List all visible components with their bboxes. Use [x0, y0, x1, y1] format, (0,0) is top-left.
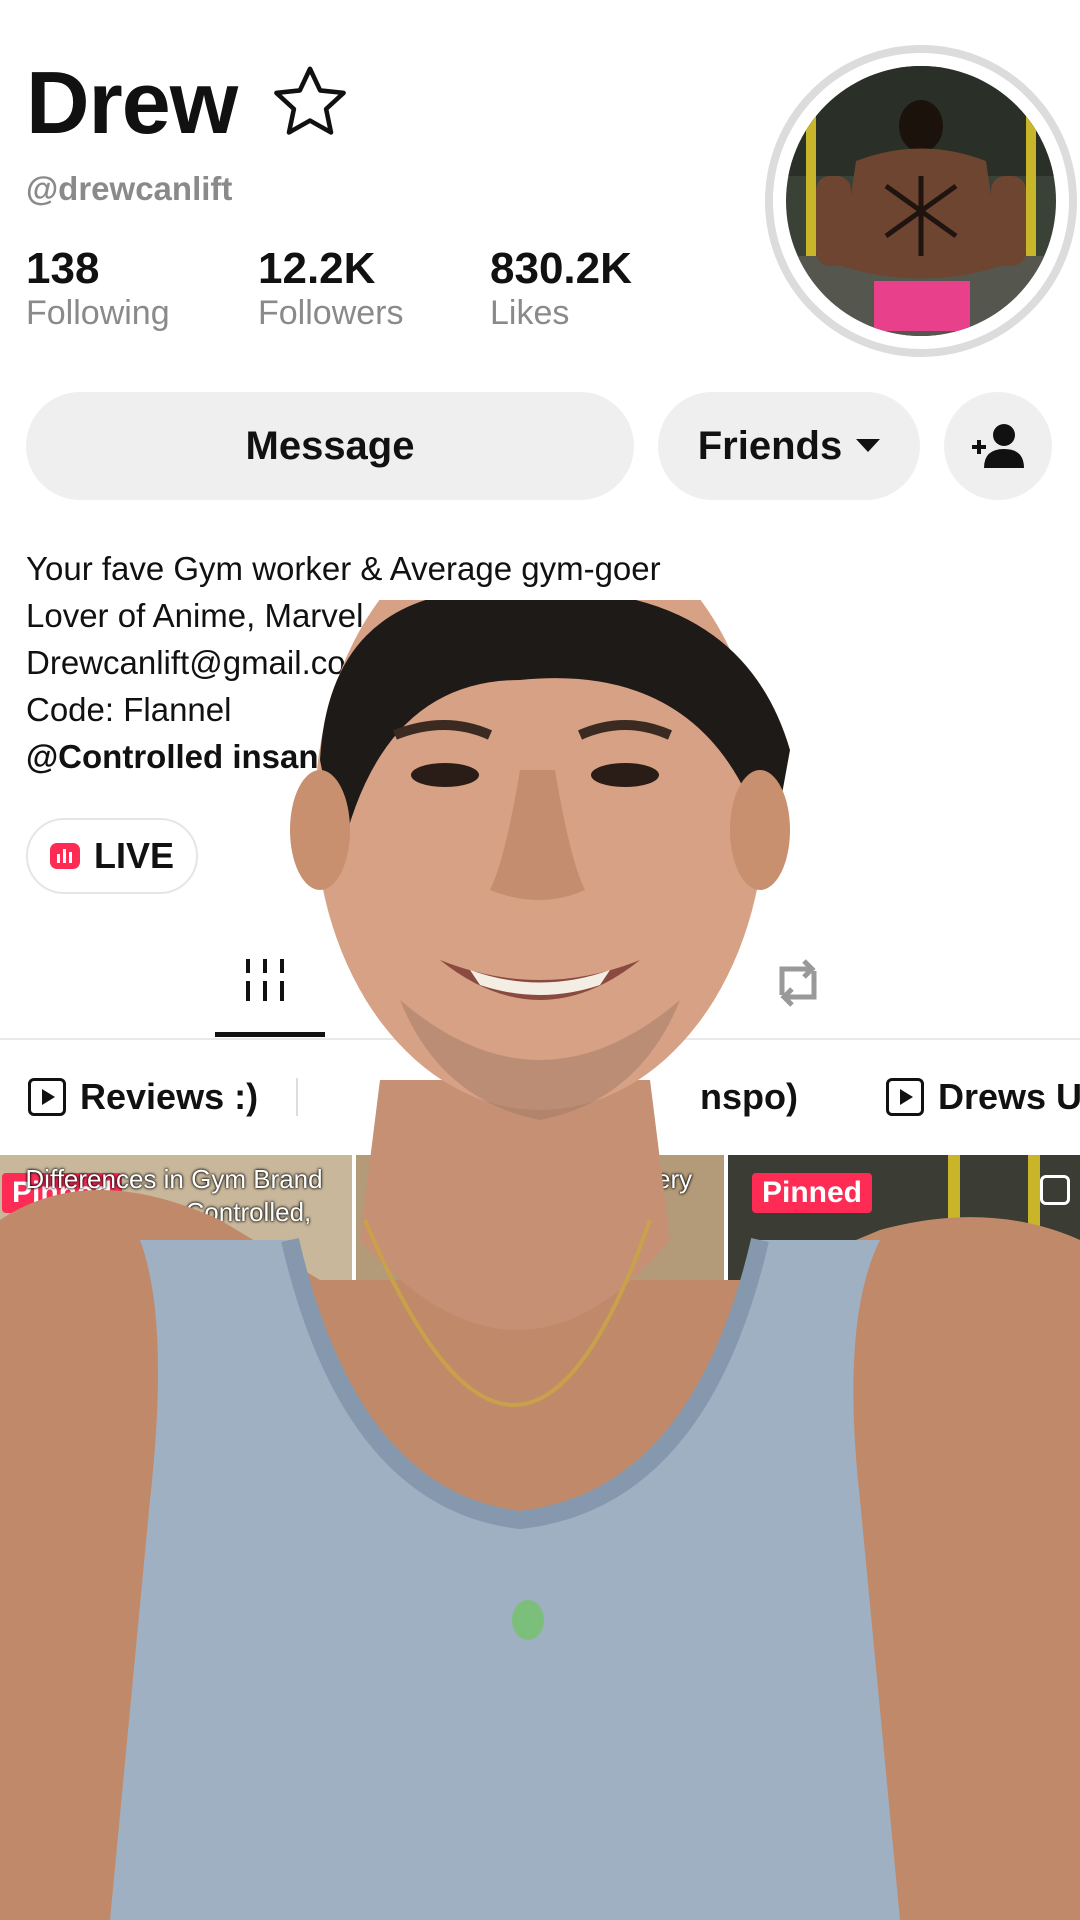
play-icon	[28, 1078, 66, 1116]
reposts-icon[interactable]	[768, 955, 828, 1011]
pinned-badge: Pinned	[752, 1173, 873, 1213]
gym-strap	[1028, 1155, 1040, 1265]
stat-following-label: Following	[26, 294, 170, 332]
video-caption: es (	[906, 1689, 947, 1716]
stat-followers-label: Followers	[258, 294, 404, 332]
friends-button[interactable]: Friends	[658, 392, 920, 500]
video-thumbnail[interactable]: Pinned Day Gym Split	[728, 1155, 1080, 1525]
gym-strap	[948, 1155, 960, 1275]
stat-likes[interactable]: 830.2K Likes	[490, 244, 632, 333]
bio-line: Lover of Anime, Marvel, & Gym Clothes	[26, 597, 604, 634]
active-tab-underline	[215, 1032, 325, 1037]
video-thumbnail[interactable]: ery	[356, 1155, 724, 1525]
video-caption: Differences in Gym Brand Sizes (Darc, Co…	[25, 1164, 323, 1260]
tab-divider	[0, 1038, 1080, 1040]
playlist-label: nspo)	[700, 1076, 798, 1117]
bio: Your fave Gym worker & Average gym-goer …	[26, 545, 661, 780]
playlist-label: Drews U	[938, 1076, 1080, 1117]
caret-down-icon	[856, 439, 881, 452]
video-caption: ery	[656, 1164, 693, 1194]
favorite-star-icon[interactable]	[268, 60, 352, 144]
profile-handle: @drewcanlift	[26, 170, 233, 207]
avatar[interactable]	[786, 66, 1056, 336]
stat-followers-value: 12.2K	[258, 244, 376, 293]
add-friend-button[interactable]	[944, 392, 1052, 500]
live-button[interactable]: LIVE	[26, 818, 198, 894]
stat-likes-value: 830.2K	[490, 244, 632, 293]
videos-grid-icon[interactable]	[240, 955, 290, 1005]
add-user-icon	[972, 424, 1024, 468]
video-thumbnail[interactable]	[0, 1650, 150, 1920]
stat-followers[interactable]: 12.2K Followers	[258, 244, 403, 333]
bio-email[interactable]: Drewcanlift@gmail.co	[26, 639, 661, 686]
person-face	[900, 1760, 1020, 1920]
bio-mention[interactable]: @Controlled insan	[26, 733, 661, 780]
video-thumbnail[interactable]: es (	[880, 1650, 1080, 1920]
video-caption: Day Gym Split	[898, 1266, 1077, 1297]
bio-line: Code: Flannel	[26, 691, 232, 728]
multi-photo-icon	[1040, 1175, 1070, 1205]
video-thumbnail[interactable]: Pinned Differences in Gym Brand Sizes (D…	[0, 1155, 352, 1525]
message-button[interactable]: Message	[26, 392, 634, 500]
playlist-inspo[interactable]: nspo)	[700, 1072, 798, 1122]
playlist-drews[interactable]: Drews U	[886, 1072, 1080, 1122]
live-icon	[49, 843, 80, 869]
stat-following[interactable]: 138 Following	[26, 244, 170, 333]
stat-following-value: 138	[26, 244, 100, 293]
bio-line: Your fave Gym worker & Average gym-goer	[26, 550, 661, 587]
live-label: LIVE	[93, 835, 174, 876]
playlist-reviews[interactable]: Reviews :)	[28, 1072, 258, 1122]
play-icon	[886, 1078, 924, 1116]
stat-likes-label: Likes	[490, 294, 570, 332]
profile-name: Drew	[26, 53, 238, 152]
playlist-label: Reviews :)	[80, 1076, 259, 1117]
friends-button-label: Friends	[697, 423, 843, 468]
playlist-separator	[296, 1078, 298, 1116]
